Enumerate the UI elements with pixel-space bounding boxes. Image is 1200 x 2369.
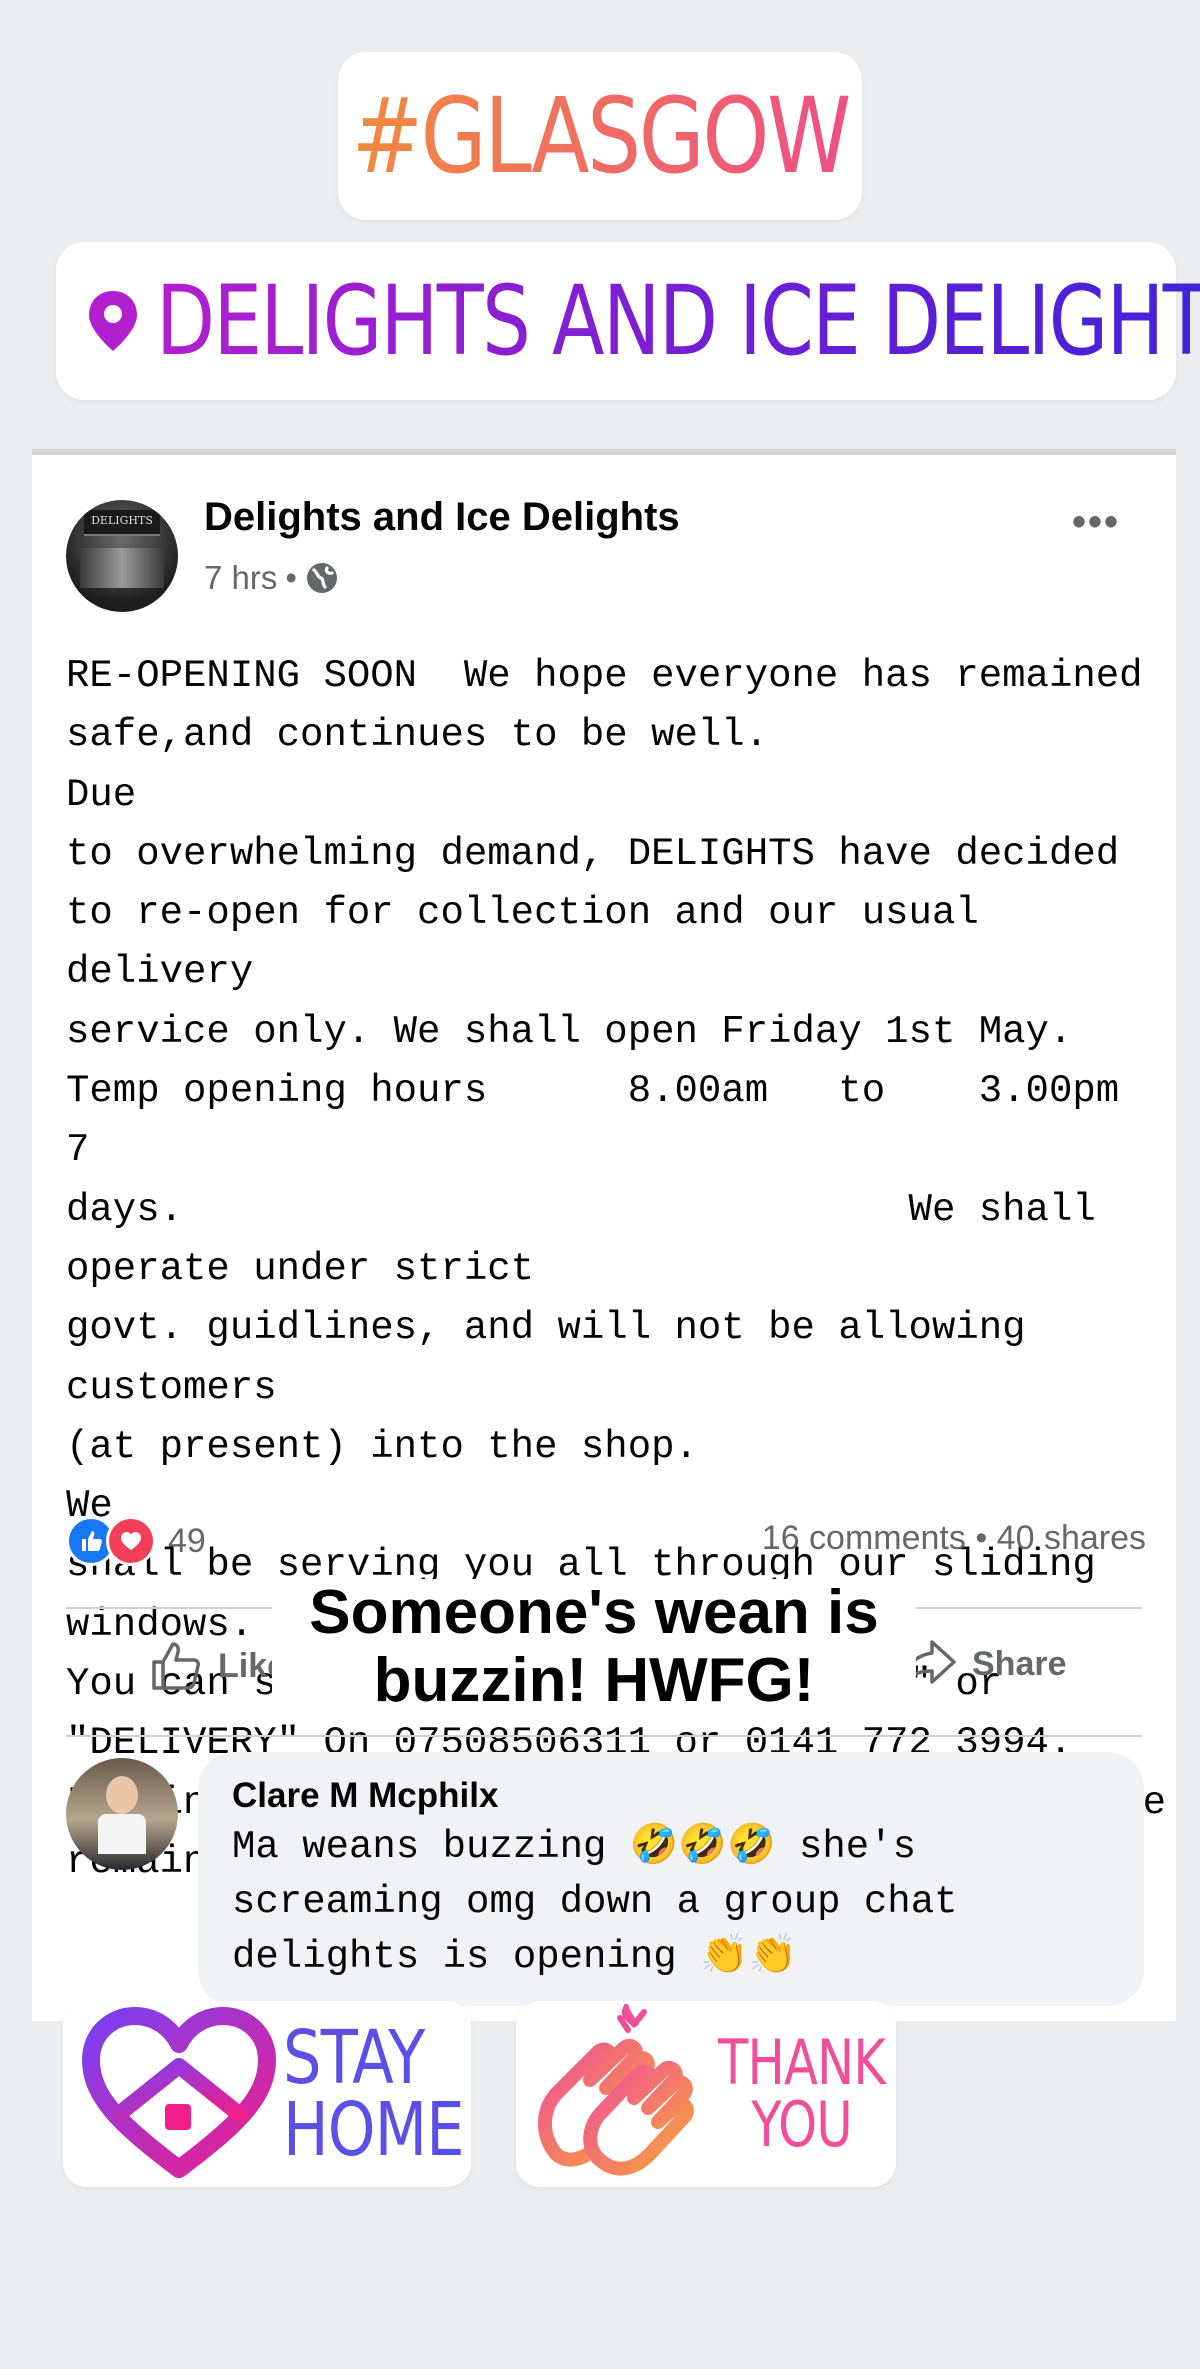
you-word: YOU [751, 2088, 852, 2161]
share-label: Share [972, 1644, 1067, 1683]
commenter-name[interactable]: Clare M Mcphilx [232, 1776, 498, 1816]
more-options-button[interactable]: ••• [1072, 500, 1120, 545]
thumbs-up-icon [152, 1642, 200, 1690]
stay-home-text: STAY HOME [283, 2021, 465, 2167]
comment-text: Ma weans buzzing 🤣🤣🤣 she's screaming omg… [232, 1825, 958, 1979]
commenter-avatar[interactable] [66, 1758, 178, 1870]
reaction-count: 49 [168, 1521, 206, 1560]
reactions-summary[interactable]: 49 [66, 1516, 206, 1566]
hashtag-text: #GLASGOW [351, 75, 851, 197]
thank-you-text: THANK YOU [718, 2032, 886, 2156]
share-button[interactable]: Share [898, 1638, 1067, 1690]
like-button[interactable]: Like [148, 1638, 286, 1694]
thank-you-sticker[interactable]: THANK YOU [516, 2001, 896, 2187]
avatar-body [98, 1814, 146, 1854]
avatar-shopfront [80, 548, 164, 588]
meta-separator: • [285, 559, 297, 596]
comment-bubble: Clare M Mcphilx Ma weans buzzing 🤣🤣🤣 she… [198, 1752, 1144, 2006]
location-pin-icon [89, 291, 137, 351]
post-time[interactable]: 7 hrs [204, 559, 277, 597]
home-word: HOME [283, 2087, 465, 2173]
caption-sticker[interactable]: Someone's wean is buzzin! HWFG! [272, 1579, 916, 1715]
location-text: DELIGHTS AND ICE DELIGHTS [156, 265, 1200, 377]
hashtag-sticker[interactable]: #GLASGOW [338, 52, 862, 220]
heart-house-icon [82, 2007, 276, 2178]
avatar-shop-sign: DELIGHTS [84, 510, 160, 536]
divider [66, 1735, 1142, 1737]
clapping-hands-icon [537, 2004, 694, 2176]
facebook-post-card: DELIGHTS Delights and Ice Delights 7 hrs… [32, 449, 1176, 2021]
love-reaction-icon [106, 1516, 156, 1566]
page-name-link[interactable]: Delights and Ice Delights [204, 495, 680, 540]
page-avatar[interactable]: DELIGHTS [66, 500, 178, 612]
stay-home-sticker[interactable]: STAY HOME [63, 2001, 471, 2187]
avatar-head [106, 1776, 138, 1814]
globe-icon [306, 563, 337, 593]
location-sticker[interactable]: DELIGHTS AND ICE DELIGHTS [56, 242, 1200, 400]
comments-shares-count[interactable]: 16 comments • 40 shares [762, 1519, 1146, 1558]
post-meta: 7 hrs • [204, 559, 339, 597]
